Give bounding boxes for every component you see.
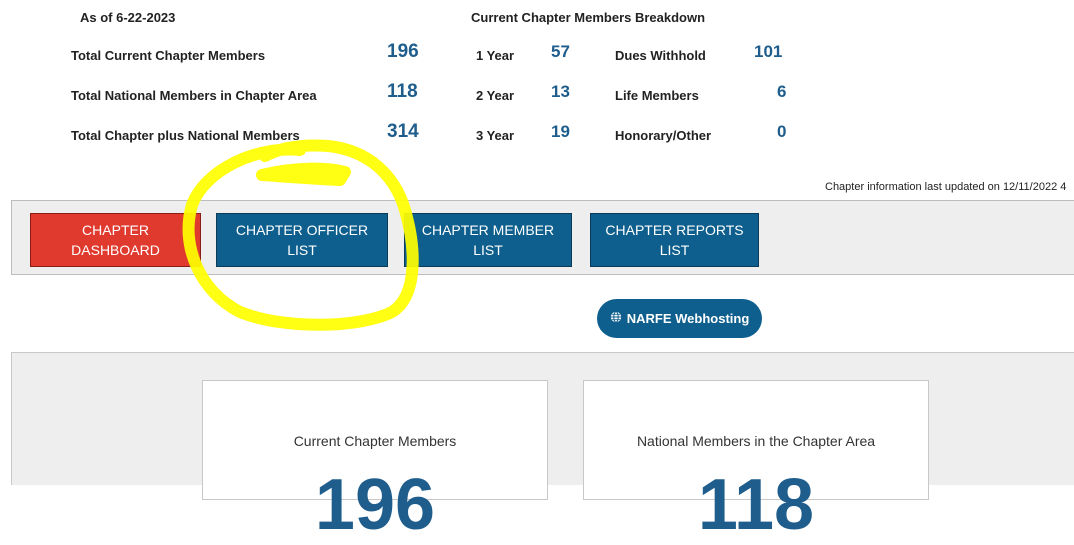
chapter-officer-list-button[interactable]: CHAPTER OFFICER LIST [216,213,388,267]
chapter-member-list-button[interactable]: CHAPTER MEMBER LIST [404,213,572,267]
chapter-reports-line1: CHAPTER REPORTS [605,222,744,238]
chapter-member-line1: CHAPTER MEMBER [421,222,555,238]
current-members-card-title: Current Chapter Members [293,433,457,449]
national-members-card: National Members in the Chapter Area 118 [583,380,929,541]
globe-icon [610,311,622,326]
national-members-card-value: 118 [697,465,815,545]
as-of-date: As of 6-22-2023 [80,10,176,25]
year-1-value: 57 [551,42,570,61]
dues-withhold-label: Dues Withhold [615,48,706,63]
last-updated-text: Chapter information last updated on 12/1… [825,181,1067,193]
chapter-dashboard-line2: DASHBOARD [71,242,160,258]
stats-panel: Current Chapter Members 196 National Mem… [11,352,1074,541]
current-members-card-value: 196 [314,465,436,545]
year-2-label: 2 Year [476,88,515,103]
narfe-webhosting-button[interactable]: NARFE Webhosting [597,299,762,338]
year-3-label: 3 Year [476,128,515,143]
honorary-label: Honorary/Other [615,128,712,143]
dues-withhold-value: 101 [754,42,783,61]
breakdown-title: Current Chapter Members Breakdown [471,10,706,25]
chapter-officer-line2: LIST [287,242,317,258]
honorary-value: 0 [777,122,787,141]
chapter-reports-list-button[interactable]: CHAPTER REPORTS LIST [590,213,759,267]
total-combined-label: Total Chapter plus National Members [71,128,300,143]
chapter-member-line2: LIST [473,242,503,258]
total-current-label: Total Current Chapter Members [71,48,266,63]
total-national-label: Total National Members in Chapter Area [71,88,317,103]
chapter-reports-line2: LIST [659,242,690,258]
life-members-value: 6 [777,82,787,101]
year-2-value: 13 [551,82,570,101]
life-members-label: Life Members [615,88,699,103]
chapter-dashboard-button[interactable]: CHAPTER DASHBOARD [30,213,201,267]
webhosting-label: NARFE Webhosting [626,311,750,326]
national-members-card-title: National Members in the Chapter Area [636,433,876,449]
year-3-value: 19 [551,122,570,141]
total-combined-value: 314 [387,121,419,142]
current-members-card: Current Chapter Members 196 [202,380,548,541]
total-national-value: 118 [387,81,418,102]
chapter-dashboard-line1: CHAPTER [82,222,149,238]
year-1-label: 1 Year [476,48,515,63]
chapter-officer-line1: CHAPTER OFFICER [235,222,369,238]
total-current-value: 196 [387,41,419,62]
chapter-nav-bar: CHAPTER DASHBOARD CHAPTER OFFICER LIST C… [11,200,1074,275]
